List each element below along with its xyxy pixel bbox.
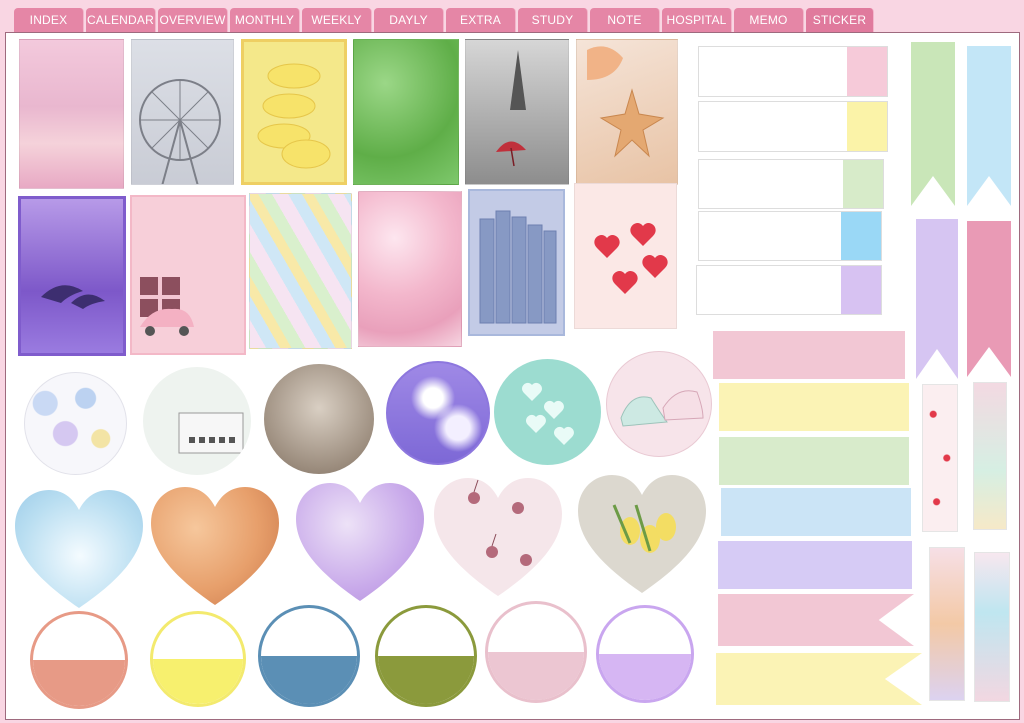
tab-note[interactable]: NOTE — [590, 8, 660, 32]
sticker-hearts-jar[interactable] — [574, 183, 677, 329]
tab-note-lavender[interactable] — [696, 265, 882, 315]
heart-icon — [594, 223, 668, 294]
strip-flowers[interactable] — [929, 547, 965, 701]
tab-dayly[interactable]: DAYLY — [374, 8, 444, 32]
ferris-wheel-icon — [139, 79, 221, 184]
sticker-typewriter[interactable] — [143, 367, 251, 475]
sticker-heart-cherries[interactable] — [434, 478, 562, 596]
tab-color — [847, 47, 887, 96]
tab-note-yellow[interactable] — [698, 101, 888, 152]
sticker-books[interactable] — [468, 189, 565, 336]
sticker-eiffel-street[interactable] — [465, 39, 569, 185]
sticker-half-circle-lavender[interactable] — [596, 605, 694, 703]
bar-blue[interactable] — [721, 488, 911, 536]
sticker-dolphins[interactable] — [18, 196, 126, 356]
tab-sticker[interactable]: STICKER — [806, 8, 874, 32]
tab-hospital[interactable]: HOSPITAL — [662, 8, 732, 32]
strip-macarons-pastel[interactable] — [973, 382, 1007, 530]
tulip-icon — [578, 475, 708, 595]
bar-green[interactable] — [719, 437, 909, 485]
tab-color — [841, 212, 881, 260]
sticker-sheet — [5, 32, 1020, 720]
sticker-ferris-wheel[interactable] — [131, 39, 234, 185]
sticker-half-circle-olive[interactable] — [375, 605, 477, 707]
tab-color — [843, 160, 883, 208]
bar-yellow[interactable] — [719, 383, 909, 431]
tab-extra[interactable]: EXTRA — [446, 8, 516, 32]
sticker-heart-tulips[interactable] — [578, 475, 708, 595]
sticker-feathers[interactable] — [249, 193, 352, 349]
sticker-clovers[interactable] — [353, 39, 459, 185]
ribbon-blue[interactable] — [967, 46, 1011, 206]
half-fill — [153, 659, 243, 704]
sticker-clouds[interactable] — [386, 361, 490, 465]
cherry-icon — [434, 478, 562, 596]
tab-index[interactable]: INDEX — [14, 8, 84, 32]
sneaker-icon — [620, 390, 704, 427]
tab-bar: INDEX CALENDAR OVERVIEW MONTHLY WEEKLY D… — [0, 0, 1024, 33]
starfish-icon — [587, 46, 665, 158]
half-fill — [488, 652, 584, 700]
tab-weekly[interactable]: WEEKLY — [302, 8, 372, 32]
sticker-sneakers[interactable] — [606, 351, 712, 457]
sticker-half-circle-salmon[interactable] — [30, 611, 128, 709]
sticker-heart-orange-roses[interactable] — [151, 487, 279, 605]
tab-note-blue[interactable] — [698, 211, 882, 261]
sticker-pink-car[interactable] — [130, 195, 246, 355]
flag-yellow[interactable] — [716, 653, 922, 705]
sticker-dried-flowers[interactable] — [264, 364, 374, 474]
half-fill — [33, 660, 125, 706]
sticker-macarons[interactable] — [241, 39, 347, 185]
strip-strawberries[interactable] — [922, 384, 958, 532]
tab-study[interactable]: STUDY — [518, 8, 588, 32]
sticker-half-circle-blue[interactable] — [258, 605, 360, 707]
macaron-icon — [257, 63, 331, 169]
bar-pink[interactable] — [713, 331, 905, 379]
tab-calendar[interactable]: CALENDAR — [86, 8, 156, 32]
typewriter-icon — [178, 412, 244, 454]
strip-pastel-objects[interactable] — [974, 552, 1010, 702]
sticker-heart-blue-tree[interactable] — [15, 490, 145, 610]
half-fill — [599, 654, 691, 700]
car-gift-icon — [140, 277, 194, 336]
books-icon — [479, 210, 557, 324]
tab-monthly[interactable]: MONTHLY — [230, 8, 300, 32]
tab-note-green[interactable] — [698, 159, 884, 209]
tab-color — [841, 266, 881, 314]
half-fill — [378, 656, 474, 704]
heart-icon — [522, 382, 574, 445]
tab-overview[interactable]: OVERVIEW — [158, 8, 228, 32]
sticker-pastel-dots[interactable] — [24, 372, 127, 475]
bar-lavender[interactable] — [718, 541, 912, 589]
sticker-starfish[interactable] — [576, 39, 678, 185]
sticker-hearts-teal[interactable] — [494, 359, 601, 465]
ribbon-rose[interactable] — [967, 221, 1011, 377]
half-fill — [261, 656, 357, 704]
tab-color — [847, 102, 887, 151]
sticker-beach-sunset[interactable] — [19, 39, 124, 189]
sticker-heart-purple[interactable] — [296, 483, 424, 601]
tab-note-pink[interactable] — [698, 46, 888, 97]
ribbon-lavender[interactable] — [916, 219, 958, 379]
ribbon-green[interactable] — [911, 42, 955, 206]
sticker-half-circle-yellow[interactable] — [150, 611, 246, 707]
sticker-half-circle-pink[interactable] — [485, 601, 587, 703]
flag-pink[interactable] — [718, 594, 914, 646]
sticker-flowers[interactable] — [358, 191, 462, 347]
umbrella-icon — [496, 50, 526, 167]
tab-memo[interactable]: MEMO — [734, 8, 804, 32]
dolphin-icon — [41, 285, 105, 309]
